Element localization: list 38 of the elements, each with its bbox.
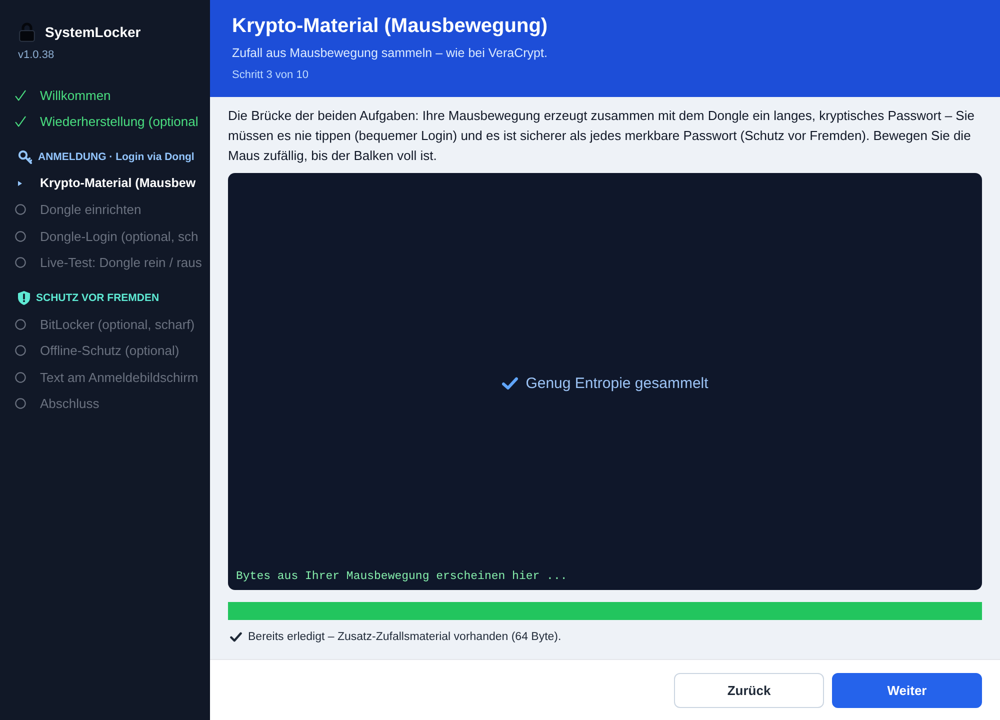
section-heading: ANMELDUNG · Login via Dongl [38,151,194,163]
circle-icon [14,318,26,330]
triangle-icon [18,180,22,186]
sidebar-item[interactable]: Dongle einrichten [0,196,210,223]
key-icon [18,150,32,164]
check-icon [14,116,26,128]
circle-icon [14,257,26,268]
sidebar-item[interactable]: Krypto-Material (Mausbew [0,170,210,196]
circle-icon [14,398,26,410]
version-text: v1.0.38 [17,49,56,61]
circle-icon [14,345,26,356]
check-icon [14,90,26,101]
check-icon [502,376,518,390]
sidebar-item[interactable]: Live-Test: Dongle rein / raus [0,250,210,276]
shield-icon [18,291,30,305]
circle-icon [14,204,26,216]
page-subtitle: Zufall aus Mausbewegung sammeln – wie bei VeraCrypt. [232,45,548,62]
byte-output-text: Bytes aus Ihrer Mausbewegung erscheinen hier ... [235,569,568,585]
sidebar-item[interactable]: Dongle-Login (optional, sch [0,223,210,250]
sidebar-item[interactable]: Offline-Schutz (optional) [0,338,210,364]
circle-icon [14,372,26,383]
step-counter: Schritt 3 von 10 [232,68,310,83]
page-title: Krypto-Material (Mausbewegung) [232,14,549,39]
sidebar-item[interactable]: Willkommen [0,82,210,108]
app-name: SystemLocker [45,24,141,40]
back-button[interactable]: Zurück [674,672,824,708]
padlock-icon [19,22,35,42]
circle-icon [14,230,26,242]
sidebar-item[interactable]: BitLocker (optional, scharf) [0,311,210,338]
status-text: Genug Entropie gesammelt [526,374,708,392]
sidebar-item[interactable]: Text am Anmeldebildschirm [0,364,210,390]
sidebar-item[interactable]: Wiederherstellung (optional [0,108,210,135]
section-heading: SCHUTZ VOR FREMDEN [36,292,160,304]
sidebar-item[interactable]: Abschluss [0,390,210,417]
next-button[interactable]: Weiter [832,672,982,708]
check-icon [230,632,242,642]
note-text: Bereits erledigt – Zusatz-Zufallsmaterial vorhanden (64 Byte). [248,630,562,645]
intro-text: Die Brücke der beiden Aufgaben: Ihre Mausbewegung erzeugt zusammen mit dem Dongle ein langes, kryptisches Passwort – Sie müssen es nie tippen (bequemer Login) und es ist sicherer als jedes merkbare Passwort (Schutz vor Fremden). Bewegen Sie die Maus zufällig, bis der Balken voll ist. [228,107,976,165]
